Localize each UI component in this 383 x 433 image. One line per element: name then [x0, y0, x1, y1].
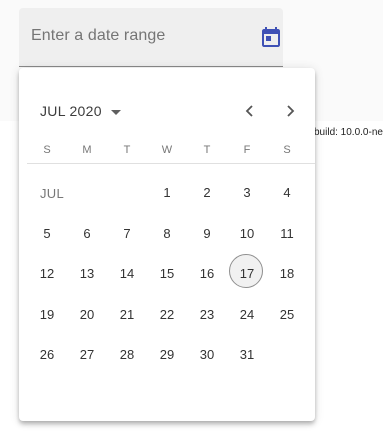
calendar-day-today[interactable]: 17	[227, 264, 267, 284]
calendar-day[interactable]: 11	[267, 224, 307, 244]
calendar-day[interactable]: 9	[187, 224, 227, 244]
calendar-grid: JUL 1 2 3 4 5 6 7 8 9 10 11 12 13 14 15 16 17 18 19 20 21 22 2…	[19, 68, 315, 421]
calendar-day[interactable]: 27	[67, 345, 107, 365]
calendar-day[interactable]: 10	[227, 224, 267, 244]
calendar-day[interactable]: 6	[67, 224, 107, 244]
build-version-text: build: 10.0.0-ne	[314, 127, 383, 138]
calendar-day[interactable]: 24	[227, 305, 267, 325]
calendar-day[interactable]: 28	[107, 345, 147, 365]
calendar-day[interactable]: 13	[67, 264, 107, 284]
calendar-day[interactable]: 25	[267, 305, 307, 325]
calendar-day[interactable]: 23	[187, 305, 227, 325]
calendar-day[interactable]: 20	[67, 305, 107, 325]
calendar-day[interactable]: 15	[147, 264, 187, 284]
calendar-day[interactable]: 8	[147, 224, 187, 244]
calendar-day[interactable]: 31	[227, 345, 267, 365]
calendar-icon[interactable]	[259, 25, 283, 49]
calendar-day[interactable]: 19	[27, 305, 67, 325]
calendar-day[interactable]: 29	[147, 345, 187, 365]
calendar-day[interactable]: 16	[187, 264, 227, 284]
calendar-day[interactable]: 21	[107, 305, 147, 325]
calendar-day[interactable]: 14	[107, 264, 147, 284]
calendar-day[interactable]: 2	[187, 183, 227, 203]
calendar-day[interactable]: 30	[187, 345, 227, 365]
calendar-day[interactable]: 26	[27, 345, 67, 365]
calendar-day[interactable]: 1	[147, 183, 187, 203]
calendar-day[interactable]: 18	[267, 264, 307, 284]
date-range-input[interactable]: Enter a date range	[19, 8, 283, 67]
calendar-day[interactable]: 4	[267, 183, 307, 203]
calendar-day[interactable]: 12	[27, 264, 67, 284]
datepicker-popup: JUL 2020 SMTWTFS JUL 1 2 3 4 5 6 7 8 9 10 11 12 13 14…	[19, 68, 315, 421]
calendar-day[interactable]: 22	[147, 305, 187, 325]
calendar-day[interactable]: 3	[227, 183, 267, 203]
date-range-placeholder: Enter a date range	[31, 27, 166, 44]
month-label: JUL	[40, 186, 65, 201]
calendar-day[interactable]: 5	[27, 224, 67, 244]
calendar-day[interactable]: 7	[107, 224, 147, 244]
